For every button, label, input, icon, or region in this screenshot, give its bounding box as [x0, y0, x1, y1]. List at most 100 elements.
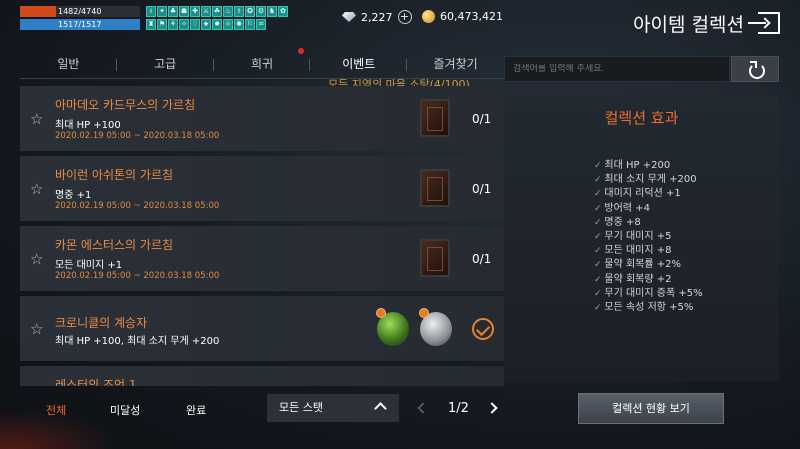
buff-icon[interactable]: ☘: [212, 6, 222, 17]
list-item[interactable]: ☆ 크로니클의 계승자 최대 HP +100, 최대 소지 무게 +200: [20, 296, 504, 361]
buff-icon[interactable]: ☗: [179, 6, 189, 17]
book-item-icon[interactable]: [420, 99, 450, 137]
next-page-icon[interactable]: [486, 402, 498, 414]
notification-dot: [298, 48, 304, 54]
completed-check-icon: [472, 318, 494, 340]
buff-icon[interactable]: ⚘: [168, 18, 178, 30]
item-date: 2020.02.19 05:00 ~ 2020.03.18 05:00: [55, 131, 220, 141]
list-item[interactable]: 레스터의 조언 1: [20, 366, 504, 386]
diamond-amount: 2,227: [361, 10, 393, 24]
tab-label: 이벤트: [342, 57, 376, 71]
favorite-star-icon[interactable]: ☆: [30, 180, 43, 198]
diamond-currency: 2,227 +: [342, 10, 412, 24]
buff-icon[interactable]: ⚑: [157, 18, 167, 30]
buff-icon[interactable]: ✦: [157, 6, 167, 17]
exit-icon[interactable]: [748, 12, 780, 34]
buff-icon[interactable]: ✺: [234, 18, 244, 30]
effect-item: 명중 +8: [594, 216, 703, 230]
buff-icon[interactable]: ✹: [212, 18, 222, 30]
buff-icon[interactable]: ★: [201, 18, 211, 30]
filter-all[interactable]: 전체: [46, 402, 66, 418]
book-item-icon[interactable]: [420, 239, 450, 277]
hp-bar: 1482/4740: [20, 6, 140, 17]
item-date: 2020.02.19 05:00 ~ 2020.03.18 05:00: [55, 271, 220, 281]
buff-icon[interactable]: ♞: [267, 6, 277, 17]
gold-amount: 60,473,421: [440, 10, 503, 23]
list-item[interactable]: ☆ 바이런 아쉬톤의 가르침 명중 +1 2020.02.19 05:00 ~ …: [20, 156, 504, 221]
status-hud: 1482/4740 1517/1517: [20, 6, 140, 30]
item-effect: 명중 +1: [55, 190, 92, 201]
item-effect: 최대 HP +100, 최대 소지 무게 +200: [55, 336, 220, 347]
effect-item: 물약 회복량 +2: [594, 273, 703, 287]
favorite-star-icon[interactable]: ☆: [30, 320, 43, 338]
search-box[interactable]: [504, 56, 730, 82]
item-title: 카몬 에스터스의 가르침: [55, 238, 174, 252]
item-count: 0/1: [472, 112, 492, 126]
buff-icon[interactable]: ♨: [223, 6, 233, 17]
page-title: 아이템 컬렉션: [633, 14, 744, 36]
buff-icon[interactable]: ⚐: [245, 18, 255, 30]
tab-rare[interactable]: 희귀: [214, 52, 311, 78]
effect-item: 물약 회복률 +2%: [594, 258, 703, 272]
collection-list[interactable]: ☆ 아마데오 카드무스의 가르침 최대 HP +100 2020.02.19 0…: [20, 86, 504, 386]
refresh-icon[interactable]: [731, 56, 779, 82]
effect-item: 대미지 리덕션 +1: [594, 187, 703, 201]
list-item[interactable]: ☆ 카몬 에스터스의 가르침 모든 대미지 +1 2020.02.19 05:0…: [20, 226, 504, 291]
tab-label: 일반: [57, 57, 80, 71]
search-input[interactable]: [513, 64, 729, 74]
tab-normal[interactable]: 일반: [20, 52, 117, 78]
buff-icon[interactable]: ✧: [179, 18, 189, 30]
item-title: 바이런 아쉬톤의 가르침: [55, 168, 174, 182]
buff-icon[interactable]: ♣: [168, 6, 178, 17]
effect-item: 모든 대미지 +8: [594, 244, 703, 258]
tab-event[interactable]: 이벤트: [310, 52, 408, 78]
filter-incomplete[interactable]: 미달성: [110, 402, 140, 418]
effect-item: 무기 대미지 증폭 +5%: [594, 287, 702, 301]
list-item[interactable]: ☆ 아마데오 카드무스의 가르침 최대 HP +100 2020.02.19 0…: [20, 86, 504, 151]
book-item-icon[interactable]: [420, 169, 450, 207]
tab-label: 희귀: [250, 57, 274, 71]
buff-icon[interactable]: ✿: [278, 6, 288, 17]
item-title: 크로니클의 계승자: [55, 316, 148, 330]
item-date: 2020.02.19 05:00 ~ 2020.03.18 05:00: [55, 201, 220, 211]
chevron-up-icon: [374, 402, 387, 415]
favorite-star-icon[interactable]: ☆: [30, 110, 43, 128]
dropdown-value: 모든 스탯: [279, 401, 323, 414]
buff-icon[interactable]: ☼: [223, 18, 233, 30]
buff-icon[interactable]: ⚕: [234, 6, 244, 17]
hp-text: 1482/4740: [58, 7, 102, 16]
buff-icon[interactable]: ⚙: [256, 6, 266, 17]
diamond-icon: [342, 12, 356, 22]
buff-icon[interactable]: ♒: [256, 18, 266, 30]
tab-advanced[interactable]: 고급: [117, 52, 214, 78]
favorite-star-icon[interactable]: ☆: [30, 250, 43, 268]
tab-favorites[interactable]: 즐겨찾기: [407, 52, 504, 78]
mp-bar: 1517/1517: [20, 19, 140, 30]
effect-item: 모든 속성 저항 +5%: [594, 301, 703, 315]
prev-page-icon[interactable]: [417, 402, 429, 414]
buff-icon[interactable]: ♢: [190, 18, 200, 30]
filter-complete[interactable]: 완료: [186, 402, 206, 418]
gold-currency: 60,473,421: [422, 10, 503, 23]
effect-item: 방어력 +4: [594, 202, 703, 216]
mp-text: 1517/1517: [58, 20, 102, 29]
panel-title: 컬렉션 효과: [604, 109, 679, 127]
tab-label: 고급: [154, 57, 177, 71]
buff-icon[interactable]: ⚔: [201, 6, 211, 17]
view-collection-status-button[interactable]: 컬렉션 현황 보기: [578, 393, 724, 424]
item-effect: 모든 대미지 +1: [55, 260, 123, 271]
item-count: 0/1: [472, 182, 492, 196]
add-diamond-button[interactable]: +: [397, 10, 412, 24]
gold-coin-icon: [422, 10, 435, 23]
buff-icon[interactable]: ✪: [245, 6, 255, 17]
item-count: 0/1: [472, 252, 492, 266]
effects-list: 최대 HP +200최대 소지 무게 +200대미지 리덕션 +1방어력 +4명…: [594, 159, 703, 315]
buff-icon[interactable]: ♜: [146, 18, 156, 30]
buff-icon[interactable]: ✚: [190, 6, 200, 17]
stat-dropdown[interactable]: 모든 스탯: [267, 394, 399, 422]
item-title: 아마데오 카드무스의 가르침: [55, 98, 196, 112]
buff-icon[interactable]: ᚼ: [146, 6, 156, 17]
tab-label: 즐겨찾기: [433, 57, 478, 71]
collection-effects-panel: 컬렉션 효과 최대 HP +200최대 소지 무게 +200대미지 리덕션 +1…: [504, 95, 779, 381]
category-tabs: 일반 고급 희귀 이벤트 즐겨찾기: [20, 52, 504, 78]
